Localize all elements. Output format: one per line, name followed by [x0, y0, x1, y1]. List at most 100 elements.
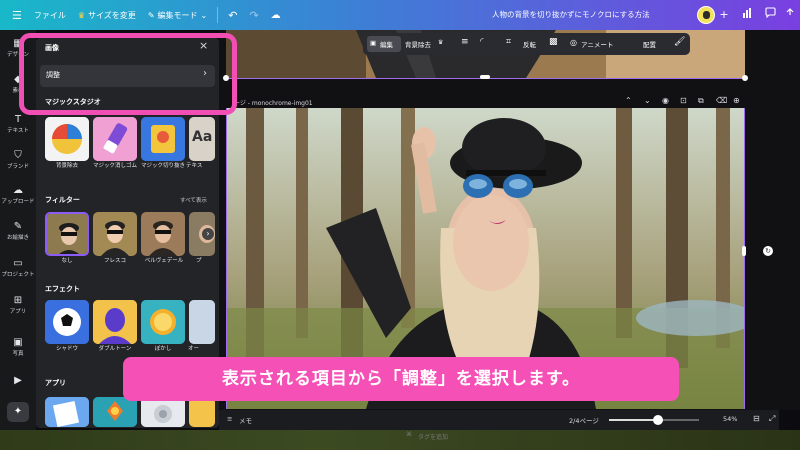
- pencil-icon: ✎: [147, 10, 155, 20]
- share-icon[interactable]: [782, 7, 798, 23]
- crown-icon: ♛: [438, 39, 444, 46]
- tag-bar: ⌘ タグを追加: [392, 430, 512, 442]
- undo-icon[interactable]: ↶: [222, 9, 243, 22]
- effect-blur-tile[interactable]: [141, 300, 185, 344]
- border-style-icon[interactable]: ≡: [461, 37, 469, 47]
- grid-view-icon[interactable]: ⊟: [753, 414, 760, 423]
- rail-item-upload[interactable]: ☁ アップロード: [0, 185, 36, 205]
- zoom-slider-fill: [609, 419, 658, 421]
- animate-icon: ◎: [570, 38, 577, 47]
- tile-caption: マジック切り抜き: [140, 163, 185, 169]
- rail-item-label: アプリ: [9, 309, 27, 315]
- svg-text:Aa: Aa: [192, 129, 212, 145]
- rail-item-label: お絵描き: [6, 235, 29, 241]
- tile-caption: オー: [188, 346, 200, 352]
- resize-handle[interactable]: [480, 75, 490, 79]
- arrange-button[interactable]: 配置: [643, 39, 656, 49]
- add-icon[interactable]: +: [716, 7, 732, 23]
- duplicate-icon[interactable]: ⧉: [698, 96, 704, 106]
- apps-icon: ⊞: [13, 295, 23, 306]
- crop-icon[interactable]: ⌗: [506, 37, 511, 47]
- rotate-icon[interactable]: ↻: [763, 246, 773, 256]
- rail-item-photos[interactable]: ▣ 写真: [0, 337, 36, 357]
- rail-item-draw[interactable]: ✎ お絵描き: [0, 221, 36, 241]
- instruction-caption: 表示される項目から「調整」を選択します。: [123, 357, 679, 401]
- resize-button[interactable]: ♛ サイズを変更: [72, 10, 142, 21]
- notes-icon[interactable]: ≡: [227, 415, 232, 423]
- tile-caption: ダブルトーン: [98, 346, 132, 352]
- app-tile-4[interactable]: [189, 397, 215, 427]
- tile-caption: フレスコ: [103, 258, 126, 264]
- cloud-save-icon[interactable]: ☁: [265, 10, 287, 21]
- app-tile-1[interactable]: [45, 397, 89, 427]
- avatar[interactable]: [697, 6, 715, 24]
- rail-item-apps[interactable]: ⊞ アプリ: [0, 295, 36, 315]
- upload-icon: ☁: [13, 185, 23, 196]
- analytics-icon[interactable]: [739, 7, 755, 23]
- chevron-down-icon: ⌄: [200, 10, 208, 20]
- magic-icon[interactable]: ✦: [7, 402, 29, 422]
- bg-remove-button[interactable]: 背景除去: [405, 39, 431, 49]
- tile-caption: なし: [61, 258, 73, 264]
- effect-shadow-tile[interactable]: [45, 300, 89, 344]
- redo-icon[interactable]: ↷: [243, 9, 264, 22]
- folder-icon: ▭: [13, 258, 23, 269]
- paint-format-icon[interactable]: 🖌: [674, 37, 685, 47]
- menu-icon[interactable]: ☰: [6, 9, 28, 22]
- tag-icon: ⌘: [406, 431, 412, 438]
- lock-icon[interactable]: ⊡: [680, 96, 687, 105]
- filter-none-tile[interactable]: [45, 212, 89, 256]
- notes-button[interactable]: メモ: [239, 415, 252, 425]
- transparency-icon[interactable]: ▩: [549, 37, 558, 47]
- page-count[interactable]: 2/4ページ: [569, 415, 599, 425]
- filter-fresco-tile[interactable]: [93, 212, 137, 256]
- rail-item-brand[interactable]: ⛉ ブランド: [0, 150, 36, 170]
- resize-handle[interactable]: [742, 75, 748, 81]
- app-tile-3[interactable]: [141, 397, 185, 427]
- edit-mode-dropdown[interactable]: ✎ 編集モード ⌄: [142, 10, 213, 21]
- filters-heading: フィルター: [45, 196, 80, 204]
- tile-caption: シャドウ: [55, 346, 78, 352]
- divider: [217, 7, 219, 23]
- resize-handle[interactable]: [742, 246, 746, 256]
- zoom-slider-handle[interactable]: [653, 415, 663, 425]
- tile-caption: 背景除去: [55, 163, 78, 169]
- animate-button[interactable]: アニメート: [581, 39, 613, 49]
- chevron-down-icon[interactable]: ⌄: [644, 96, 651, 105]
- page-header: ージ - monochrome-img01 ⌃ ⌄ ◉ ⊡ ⧉ ⌫ ⊕: [226, 96, 745, 108]
- text-tile[interactable]: Aa: [189, 117, 215, 161]
- filter-belvedere-tile[interactable]: [141, 212, 185, 256]
- chevron-up-icon[interactable]: ⌃: [625, 96, 632, 105]
- effect-duotone-tile[interactable]: [93, 300, 137, 344]
- comment-icon[interactable]: [762, 7, 778, 23]
- see-all-link[interactable]: すべて表示: [180, 196, 207, 204]
- document-title[interactable]: 人物の背景を切り抜かずにモノクロにする方法: [492, 0, 650, 30]
- edit-button[interactable]: 編集: [380, 39, 393, 49]
- crown-icon: ♛: [77, 10, 86, 20]
- magic-grab-tile[interactable]: [141, 117, 185, 161]
- rail-item-video[interactable]: ▶: [0, 375, 36, 387]
- rail-item-label: アップロード: [1, 199, 35, 205]
- rail-item-text[interactable]: T テキスト: [0, 114, 36, 134]
- app-root: ☰ ファイル ♛ サイズを変更 ✎ 編集モード ⌄ ↶ ↷ ☁ 人物の背景を切り抜かず…: [0, 0, 800, 450]
- corner-rounding-icon[interactable]: ◜: [480, 37, 484, 47]
- rail-item-projects[interactable]: ▭ プロジェクト: [0, 258, 36, 278]
- delete-icon[interactable]: ⌫: [716, 96, 727, 105]
- bg-remove-tile[interactable]: [45, 117, 89, 161]
- app-tile-2[interactable]: [93, 397, 137, 427]
- fullscreen-icon[interactable]: ⤢: [769, 414, 775, 424]
- magic-eraser-tile[interactable]: [93, 117, 137, 161]
- eye-icon[interactable]: ◉: [662, 96, 669, 105]
- photo-icon: ▣: [13, 337, 23, 348]
- file-menu[interactable]: ファイル: [28, 10, 72, 21]
- page-title[interactable]: ージ - monochrome-img01: [234, 98, 313, 107]
- tag-placeholder[interactable]: タグを追加: [418, 432, 448, 441]
- tile-caption: テキス: [186, 163, 203, 169]
- zoom-level[interactable]: 54%: [723, 415, 737, 423]
- flip-button[interactable]: 反転: [523, 39, 536, 49]
- effect-next-tile[interactable]: [189, 300, 215, 344]
- top-bar: ☰ ファイル ♛ サイズを変更 ✎ 編集モード ⌄ ↶ ↷ ☁ 人物の背景を切り抜かず…: [0, 0, 800, 30]
- effects-heading: エフェクト: [45, 285, 80, 293]
- scroll-right-icon[interactable]: ›: [202, 228, 214, 240]
- add-page-icon[interactable]: ⊕: [733, 96, 740, 105]
